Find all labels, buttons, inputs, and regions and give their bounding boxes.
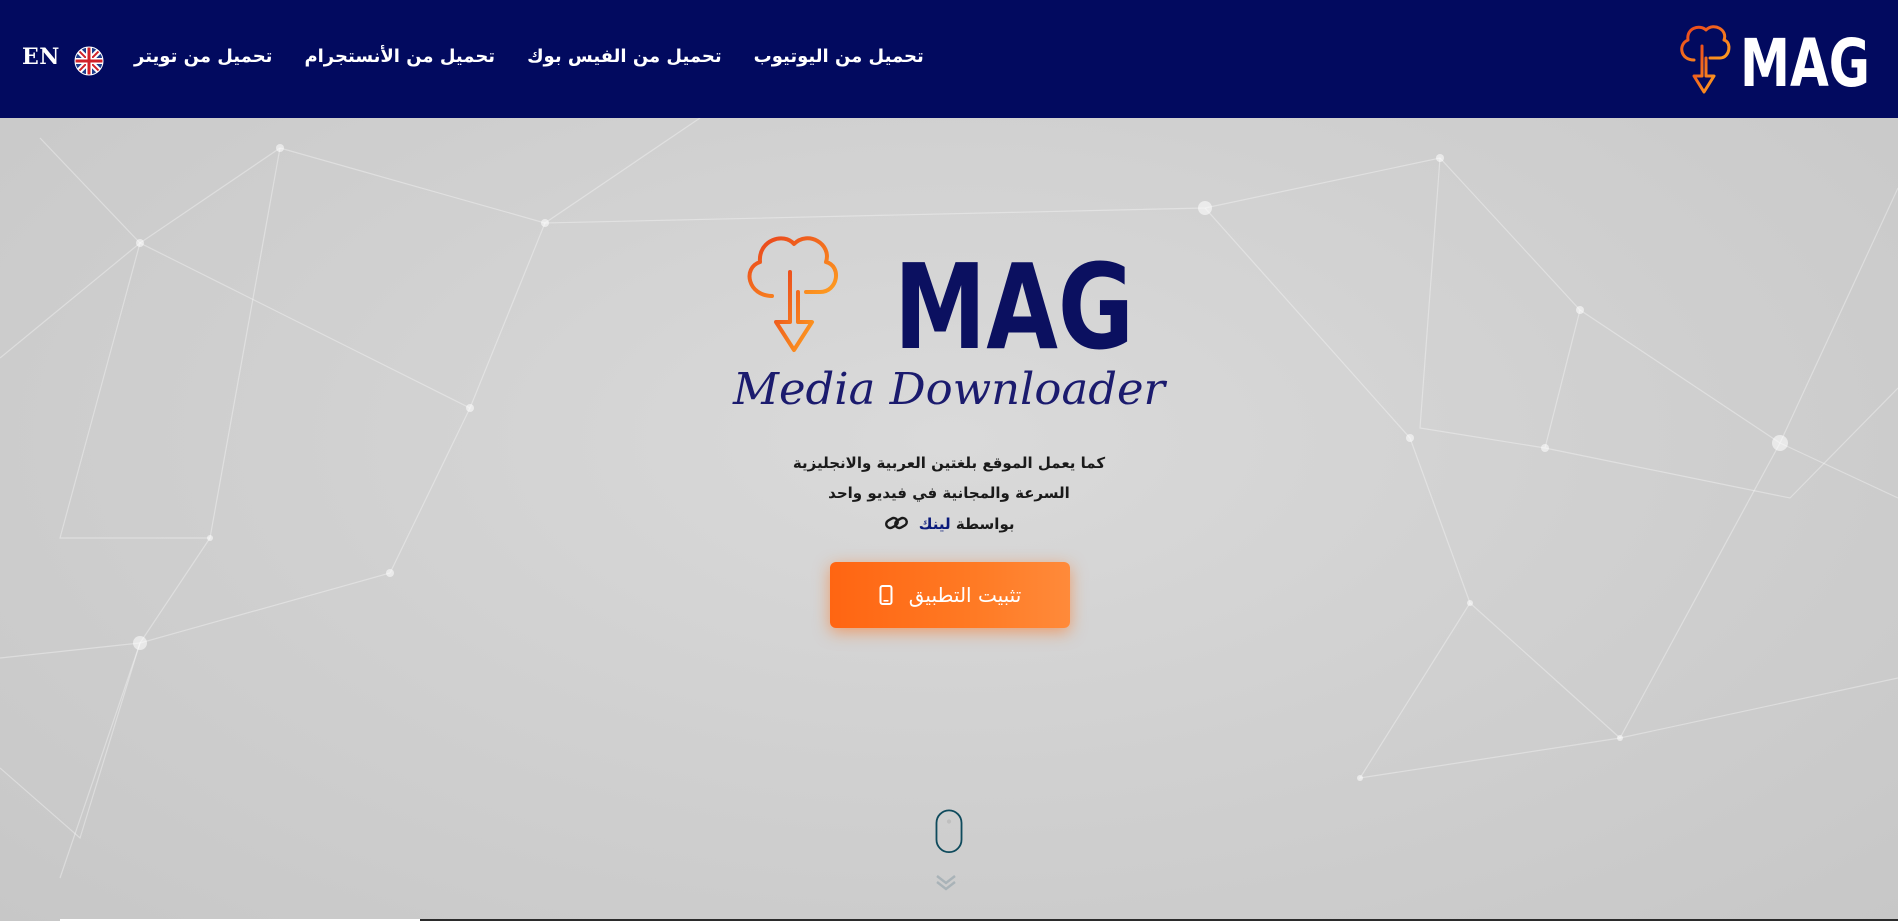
nav-facebook-download[interactable]: تحميل من الفيس بوك (527, 46, 722, 67)
hero-logo: MAG Media Downloader (732, 236, 1168, 415)
tagline-by-text: بواسطة (955, 515, 1015, 533)
tagline-line-3: بواسطة لينك (649, 514, 1249, 533)
chevron-down-icon (936, 875, 956, 891)
header-logo-text: MAG (1740, 25, 1870, 100)
cloud-download-icon (1680, 25, 1731, 94)
nav-youtube-download[interactable]: تحميل من اليوتيوب (754, 46, 924, 67)
link-icon (884, 516, 908, 530)
tagline-line-2: السرعة والمجانية في فيديو واحد (828, 484, 1070, 502)
mouse-scroll-icon[interactable] (929, 809, 969, 873)
uk-flag-icon[interactable] (74, 46, 104, 76)
main-nav: تحميل من تويتر تحميل من الأنستجرام تحميل… (134, 46, 924, 67)
install-app-button[interactable]: تثبيت التطبيق (830, 562, 1070, 628)
hero-section: MAG Media Downloader كما يعمل الموقع بلغ… (0, 118, 1898, 921)
tagline-line-1: كما يعمل الموقع بلغتين العربية والانجليز… (792, 454, 1106, 472)
mobile-phone-icon (879, 585, 893, 605)
hero-logo-subtitle: Media Downloader (732, 364, 1168, 415)
top-navbar: EN تحميل من تويتر تحميل من الأنستجرام تح… (0, 0, 1898, 118)
nav-instagram-download[interactable]: تحميل من الأنستجرام (304, 46, 495, 67)
cloud-download-icon (747, 236, 838, 352)
nav-twitter-download[interactable]: تحميل من تويتر (134, 46, 272, 67)
tagline-link-word: لينك (918, 515, 951, 533)
header-logo[interactable]: MAG (1674, 18, 1874, 100)
language-label[interactable]: EN (22, 44, 60, 70)
language-switcher[interactable]: EN (22, 44, 104, 76)
hero-logo-text: MAG (894, 238, 1134, 376)
install-app-label: تثبيت التطبيق (908, 583, 1022, 607)
